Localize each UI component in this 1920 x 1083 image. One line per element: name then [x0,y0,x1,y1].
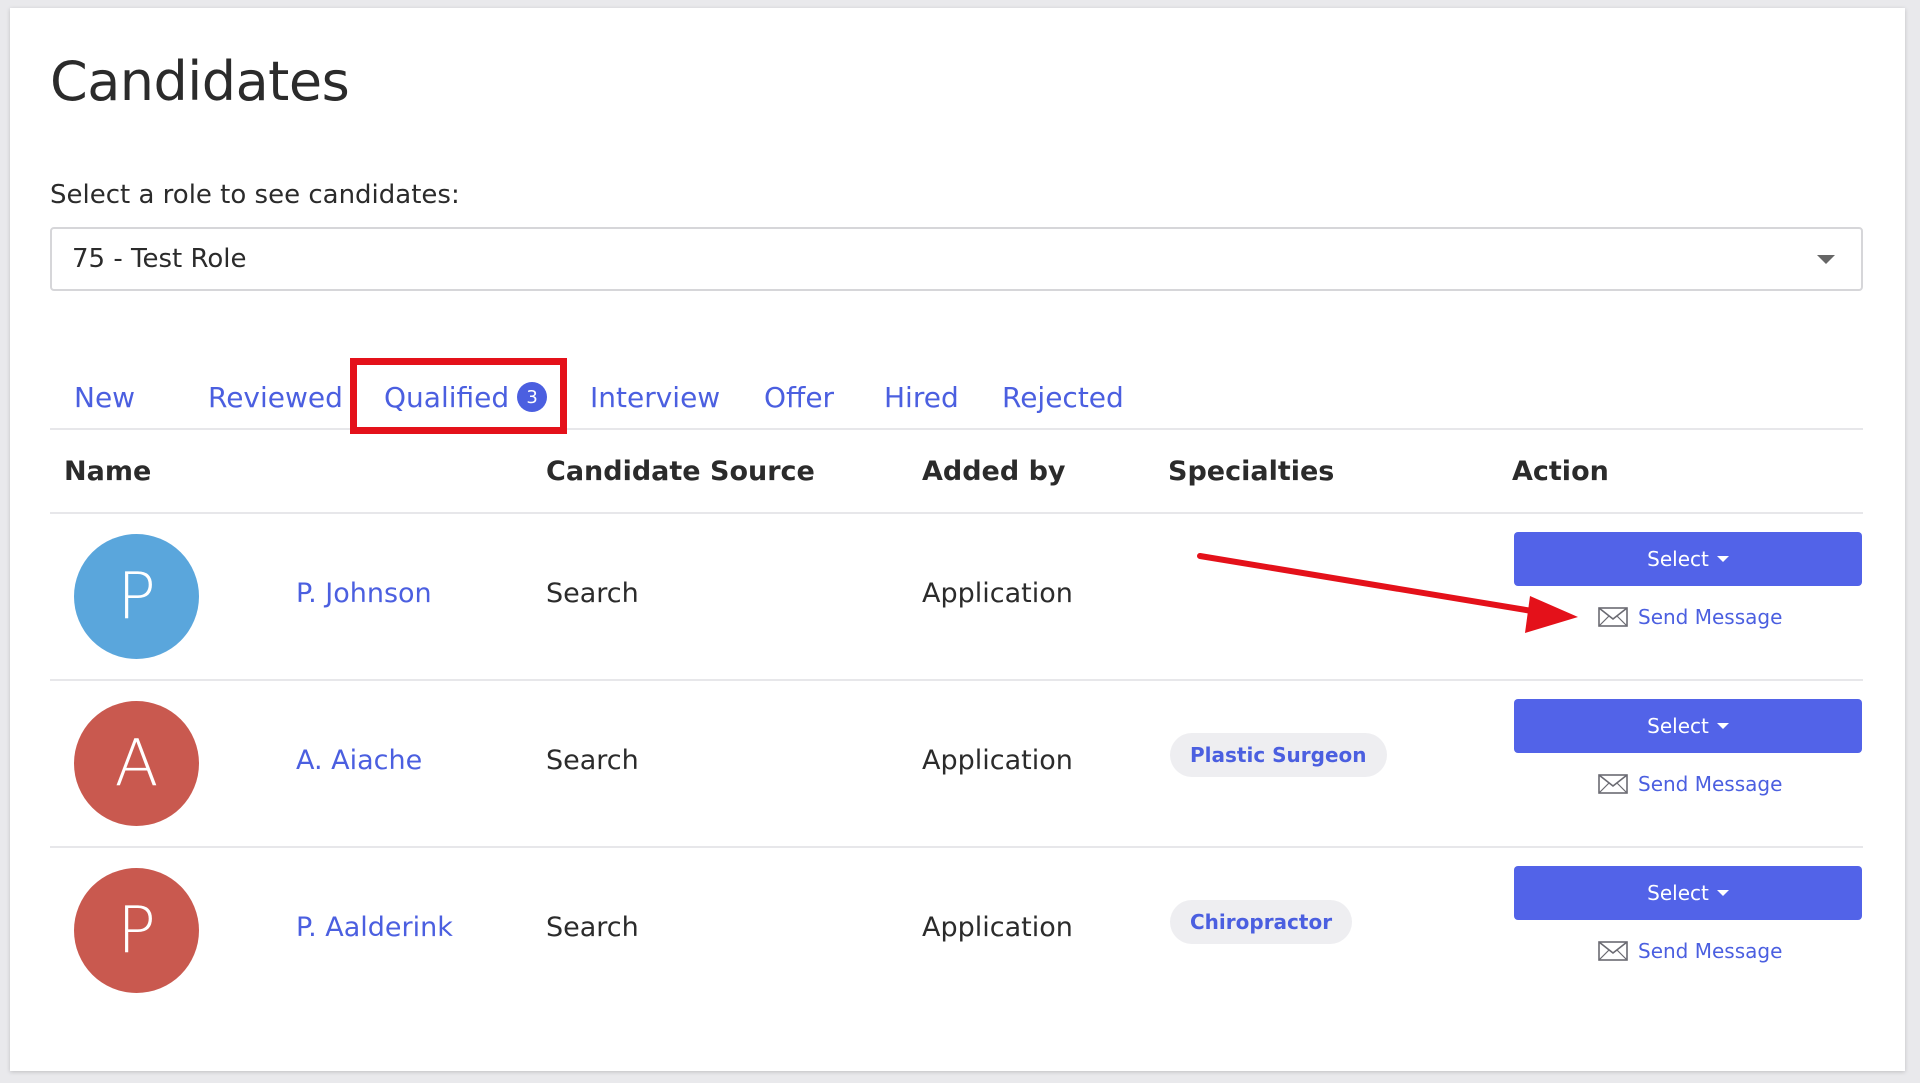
added-by: Application [922,912,1073,943]
avatar: P [74,868,199,993]
avatar-initial: A [114,726,159,801]
envelope-icon [1598,941,1628,961]
table-row: A A. Aiache Search Application Plastic S… [50,681,1863,848]
caret-down-icon [1716,556,1729,562]
select-button-label: Select [1647,547,1709,571]
tab-label: Interview [590,380,721,414]
send-message-label: Send Message [1638,939,1783,963]
candidate-source: Search [546,745,639,776]
tab-rejected[interactable]: Rejected [1002,366,1124,428]
send-message-label: Send Message [1638,772,1783,796]
caret-down-icon [1716,723,1729,729]
envelope-icon [1598,774,1628,794]
specialty-tag: Chiropractor [1170,900,1353,944]
send-message-link[interactable]: Send Message [1598,769,1782,799]
send-message-link[interactable]: Send Message [1598,936,1782,966]
avatar: P [74,534,199,659]
annotation-highlight-box [350,358,567,434]
column-header-name: Name [64,456,152,487]
role-select-value: 75 - Test Role [72,244,247,274]
select-button-label: Select [1647,881,1709,905]
avatar: A [74,701,199,826]
tab-new[interactable]: New [74,366,135,428]
tab-reviewed[interactable]: Reviewed [208,366,343,428]
tab-label: New [74,380,136,414]
column-header-action: Action [1512,456,1609,487]
role-select[interactable]: 75 - Test Role [50,227,1863,291]
avatar-initial: P [117,559,156,634]
table-row: P P. Aalderink Search Application Chirop… [50,848,1863,1015]
chevron-down-icon [1817,255,1835,264]
role-select-label: Select a role to see candidates: [50,180,460,210]
column-header-source: Candidate Source [546,456,815,487]
table-header: Name Candidate Source Added by Specialti… [50,430,1863,514]
column-header-specialties: Specialties [1168,456,1335,487]
column-header-added-by: Added by [922,456,1066,487]
tab-label: Reviewed [208,380,343,414]
caret-down-icon [1716,890,1729,896]
select-button-label: Select [1647,714,1709,738]
candidate-source: Search [546,912,639,943]
envelope-icon [1598,607,1628,627]
tab-label: Offer [764,380,835,414]
send-message-label: Send Message [1638,605,1783,629]
tab-label: Rejected [1002,380,1124,414]
added-by: Application [922,745,1073,776]
tab-interview[interactable]: Interview [590,366,720,428]
candidate-name-link[interactable]: A. Aiache [296,745,422,776]
status-tabs: New Reviewed Qualified 3 Interview Offer… [50,366,1863,430]
send-message-link[interactable]: Send Message [1598,602,1782,632]
tab-label: Hired [884,380,959,414]
added-by: Application [922,578,1073,609]
tab-offer[interactable]: Offer [764,366,834,428]
select-button[interactable]: Select [1514,532,1862,586]
candidate-name-link[interactable]: P. Johnson [296,578,432,609]
specialty-tag: Plastic Surgeon [1170,733,1387,777]
candidate-source: Search [546,578,639,609]
page-title: Candidates [50,50,350,113]
candidate-name-link[interactable]: P. Aalderink [296,912,453,943]
candidates-card: Candidates Select a role to see candidat… [10,8,1905,1071]
select-button[interactable]: Select [1514,699,1862,753]
select-button[interactable]: Select [1514,866,1862,920]
tab-hired[interactable]: Hired [884,366,959,428]
avatar-initial: P [117,893,156,968]
table-row: P P. Johnson Search Application Select S… [50,514,1863,681]
